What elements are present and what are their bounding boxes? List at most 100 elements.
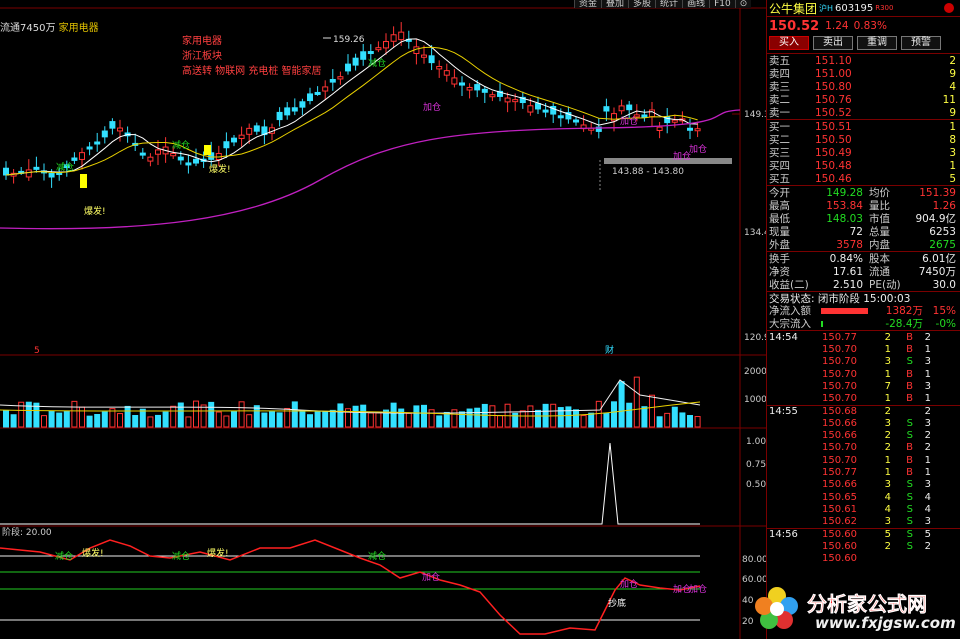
sell-button[interactable]: 卖出 <box>813 36 853 50</box>
stat-value: 149.28 <box>826 186 863 199</box>
volume-bar <box>200 404 207 428</box>
volume-bar <box>641 406 648 428</box>
volume-bar <box>626 402 633 428</box>
tick-time: 14:56 <box>769 528 798 540</box>
tick-row: 14:55 150.68 2 2 <box>767 404 960 417</box>
candle-body <box>177 156 184 161</box>
stat-value: 148.03 <box>826 212 863 225</box>
tick-count: 3 <box>924 417 931 429</box>
volume-bar <box>56 412 63 428</box>
tick-side: S <box>906 491 913 503</box>
volume-bar <box>299 410 306 428</box>
candle-body <box>193 158 199 164</box>
volume-bar <box>671 406 678 428</box>
tick-volume: 2 <box>884 430 891 442</box>
candle-body <box>185 162 192 166</box>
watermark-url: www.fxjgsw.com <box>815 614 956 632</box>
volume-bar <box>185 416 192 428</box>
toolbar-button-more[interactable]: ⊙ <box>734 0 752 9</box>
toolbar-button-funds[interactable]: 资金 <box>574 0 602 9</box>
candle-body <box>527 105 534 113</box>
volume-bar <box>413 405 420 428</box>
tick-volume: 4 <box>884 503 891 515</box>
volume-axis-label: 10000 <box>744 395 766 405</box>
candle-body <box>307 93 313 102</box>
tick-volume: 2 <box>884 540 891 552</box>
stat-value: 1.26 <box>932 199 956 212</box>
tick-side: S <box>906 417 913 429</box>
trade-buttons: 买入 卖出 重调 预警 <box>767 35 960 54</box>
tick-list[interactable]: 14:54 150.77 2 B 2 150.70 1 B 1 150.70 3… <box>767 330 960 565</box>
osc-axis-label: 0.50 <box>746 480 766 490</box>
candle-body <box>474 84 481 91</box>
volume-bar <box>421 404 427 428</box>
toolbar-button-stats[interactable]: 统计 <box>655 0 683 9</box>
bid-row[interactable]: 买五 150.46 5 <box>767 172 960 186</box>
flow-value: -28.4万 <box>885 318 923 330</box>
annotation-industry: 家用电器 <box>182 36 222 47</box>
volume-bar <box>223 415 230 428</box>
bid-volume: 8 <box>949 133 956 146</box>
volume-bar <box>63 410 70 428</box>
candle-body <box>48 173 55 178</box>
stat-value: 17.61 <box>832 265 863 278</box>
volume-bar <box>3 410 9 428</box>
watermark: 分析家公式网 www.fxjgsw.com <box>753 582 956 638</box>
alert-button[interactable]: 预警 <box>901 36 941 50</box>
candle-body <box>375 47 382 51</box>
signal-label: 减仓 <box>368 57 386 69</box>
quote-panel: 公牛集团 沪H 603195 R300 150.52 1.24 0.83% 买入… <box>755 0 960 639</box>
candle-body <box>367 51 374 55</box>
candle-body <box>466 86 473 91</box>
stage-axis-label: 40 <box>742 596 754 606</box>
tick-volume: 5 <box>884 528 891 540</box>
toolbar-button-f10[interactable]: F10 <box>709 0 735 9</box>
close-icon[interactable] <box>944 3 954 13</box>
volume-bar <box>231 410 237 428</box>
volume-bar <box>101 411 108 428</box>
volume-bar <box>618 381 625 428</box>
stock-name: 公牛集团 <box>769 1 818 16</box>
industry-label: 家用电器 <box>58 23 99 34</box>
volume-bar <box>535 409 541 428</box>
refresh-button[interactable]: 重调 <box>857 36 897 50</box>
stat-value: 904.9亿 <box>915 213 956 225</box>
tick-side: S <box>906 540 913 552</box>
ask-volume: 9 <box>949 67 956 80</box>
kline-chart-area[interactable]: 149.3134.4120.9159.26143.88 - 143.80减仓爆发… <box>0 0 766 639</box>
volume-bar <box>238 401 245 428</box>
stock-title: 流通7450万 家用电器 <box>0 19 99 34</box>
volume-bar <box>565 406 572 428</box>
volume-bar <box>314 411 321 428</box>
tick-price: 150.60 <box>822 528 857 540</box>
ask-volume: 4 <box>949 80 956 93</box>
tick-row: 150.61 4 S 4 <box>767 503 960 515</box>
candle-body <box>291 107 298 112</box>
toolbar-button-overlay[interactable]: 叠加 <box>601 0 629 9</box>
tick-price: 150.70 <box>822 343 857 355</box>
chart-canvas[interactable]: 149.3134.4120.9159.26143.88 - 143.80减仓爆发… <box>0 0 766 639</box>
candle-body <box>352 57 359 66</box>
tick-volume: 1 <box>884 393 891 405</box>
bid-label: 买五 <box>769 173 790 185</box>
flow-label: 大宗流入 <box>769 318 811 330</box>
tick-row: 150.70 1 B 1 <box>767 343 960 355</box>
volume-bar <box>71 400 78 428</box>
stat-row: 收益(二) 2.510 PE(动) 30.0 <box>767 278 960 292</box>
signal-label: 加仓 <box>689 143 707 155</box>
concept-annotations: 家用电器 浙江板块 高送转 物联网 充电桩 智能家居 <box>182 34 322 79</box>
stage-axis-label: 80.00 <box>742 555 766 565</box>
tick-count: 2 <box>924 430 931 442</box>
ask-row[interactable]: 卖一 150.52 9 <box>767 106 960 120</box>
buy-button[interactable]: 买入 <box>769 36 809 50</box>
candle-body <box>459 82 465 86</box>
toolbar-button-multi[interactable]: 多股 <box>628 0 656 9</box>
tick-side: S <box>906 503 913 515</box>
signal-block <box>80 174 87 188</box>
tick-price: 150.60 <box>822 552 857 564</box>
toolbar-button-draw[interactable]: 画线 <box>682 0 710 9</box>
volume-bar <box>664 412 671 428</box>
tick-row: 150.70 3 S 3 <box>767 356 960 368</box>
signal-spike-line <box>0 442 700 525</box>
volume-bar <box>86 415 93 428</box>
